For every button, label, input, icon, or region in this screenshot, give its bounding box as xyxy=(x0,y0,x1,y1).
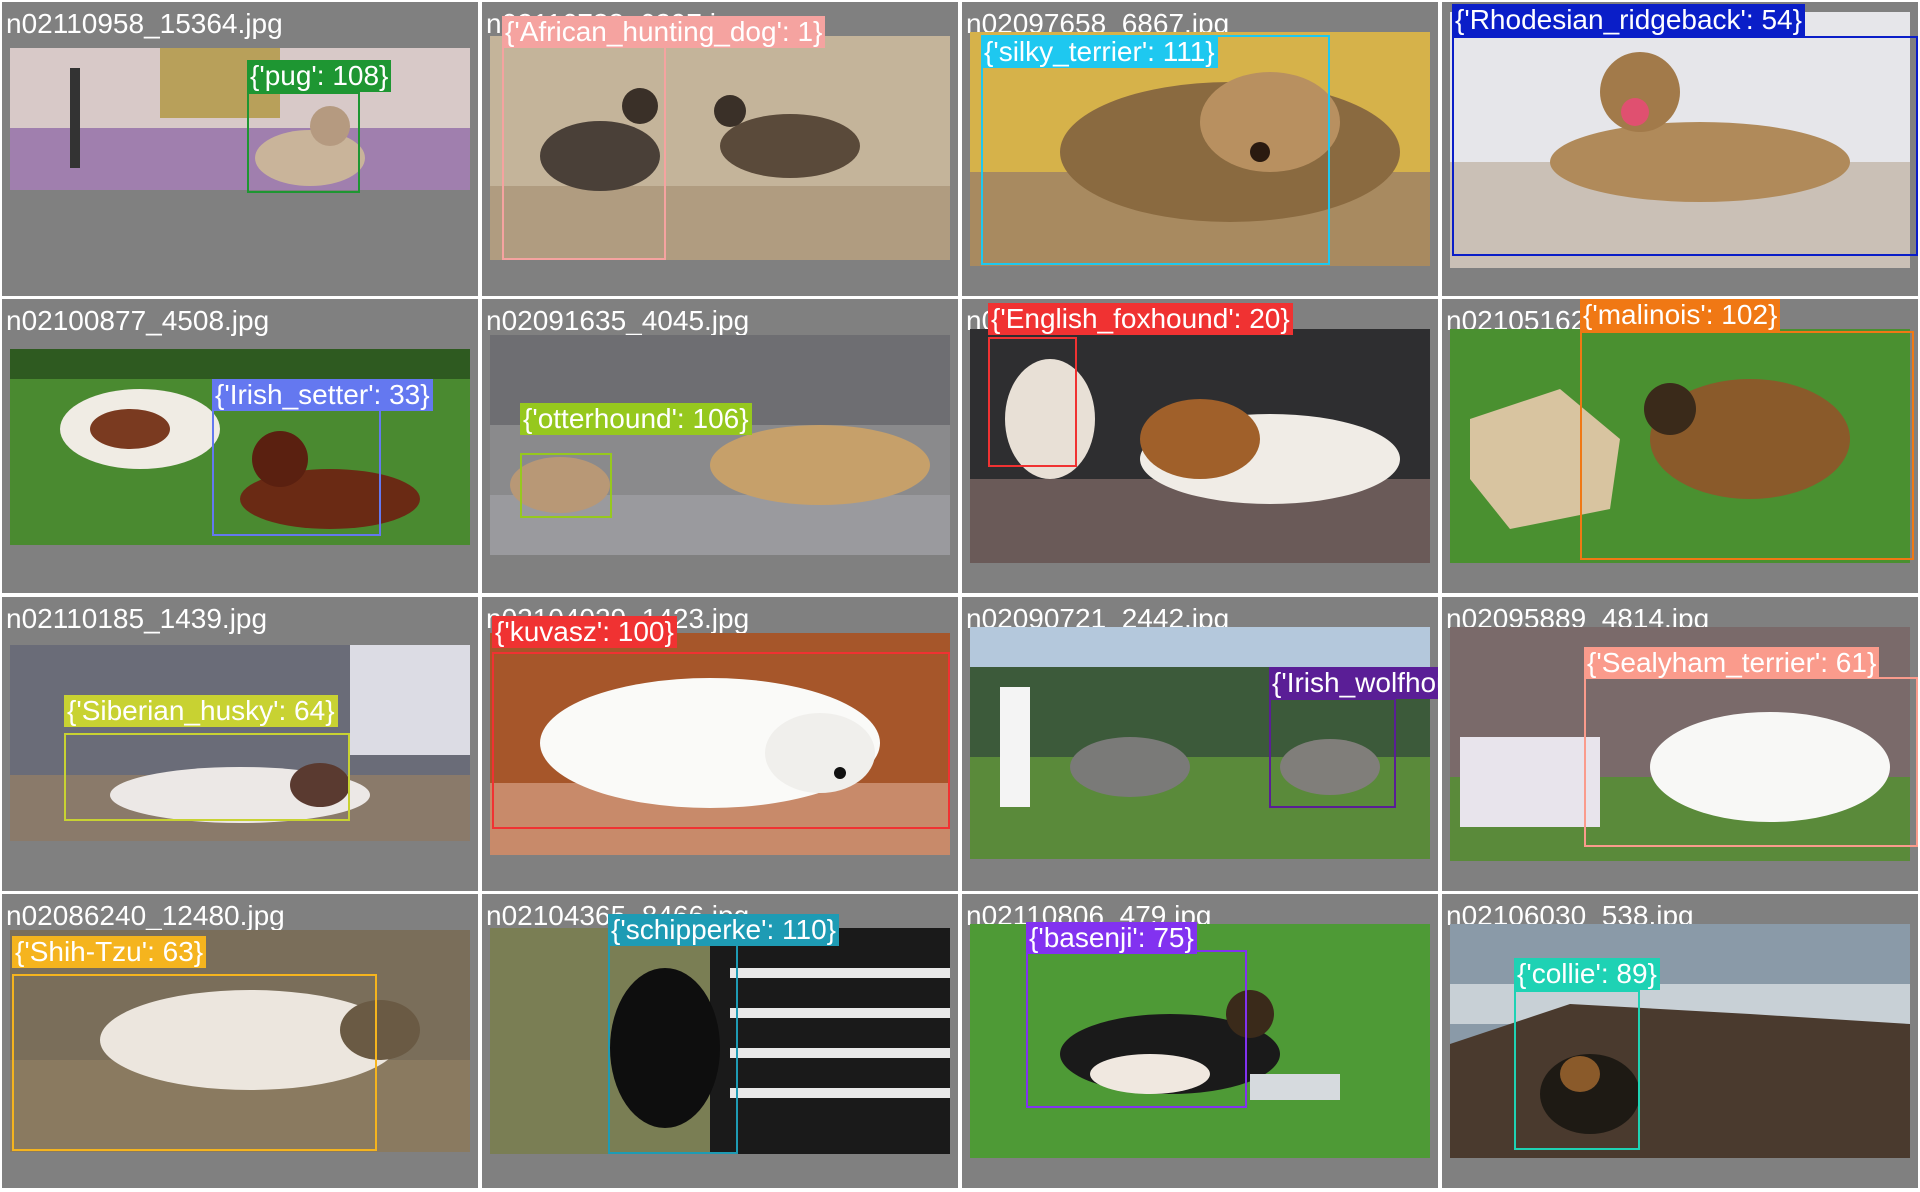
class-label: {'kuvasz': 100} xyxy=(492,616,677,648)
dog-photo xyxy=(490,335,950,555)
bounding-box xyxy=(1269,698,1396,808)
filename-label: n02091635_4045.jpg xyxy=(486,305,750,336)
bounding-box xyxy=(502,37,666,260)
class-label: {'silky_terrier': 111} xyxy=(981,36,1218,68)
class-label: {'Siberian_husky': 64} xyxy=(64,695,338,727)
grid-cell: n02104365_8466.jpg {'schipperke': 110} xyxy=(482,894,958,1188)
grid-cell: n02106030_538.jpg {'collie': 89} xyxy=(1442,894,1918,1188)
grid-cell: n0 {'English_foxhound': 20} xyxy=(962,299,1438,593)
grid-cell: n02110185_1439.jpg {'Siberian_husky': 64… xyxy=(2,597,478,891)
bounding-box xyxy=(64,733,350,821)
filename-label: n02086240_12480.jpg xyxy=(6,900,285,931)
bounding-box xyxy=(212,393,381,536)
grid-cell: n02110806_479.jpg {'basenji': 75} xyxy=(962,894,1438,1188)
bounding-box xyxy=(981,35,1330,265)
grid-cell: n02095889_4814.jpg {'Sealyham_terrier': … xyxy=(1442,597,1918,891)
bounding-box xyxy=(1584,677,1918,847)
grid-cell: n02105162_ {'malinois': 102} xyxy=(1442,299,1918,593)
class-label: {'English_foxhound': 20} xyxy=(988,303,1293,335)
class-label: {'African_hunting_dog': 1} xyxy=(502,16,826,48)
class-label: {'Rhodesian_ridgeback': 54} xyxy=(1452,4,1805,36)
class-label: {'basenji': 75} xyxy=(1026,922,1197,954)
filename-label: n02110185_1439.jpg xyxy=(6,603,268,634)
class-label: {'pug': 108} xyxy=(247,60,392,92)
class-label: {'malinois': 102} xyxy=(1580,299,1781,331)
grid-cell: {'Rhodesian_ridgeback': 54} xyxy=(1442,2,1918,296)
grid-cell: n02110958_15364.jpg {'pug': 108} xyxy=(2,2,478,296)
grid-cell: n02116738_6297.jpg {'African_hunting_dog… xyxy=(482,2,958,296)
bounding-box xyxy=(492,652,950,829)
bounding-box xyxy=(988,337,1077,467)
grid-cell: n02104029_1423.jpg {'kuvasz': 100} xyxy=(482,597,958,891)
filename-label: n02110958_15364.jpg xyxy=(6,8,283,39)
dog-photo xyxy=(10,48,470,190)
grid-cell: n02091635_4045.jpg {'otterhound': 106} xyxy=(482,299,958,593)
bounding-box xyxy=(1514,990,1640,1150)
bounding-box xyxy=(1452,36,1918,256)
bounding-box xyxy=(520,453,612,518)
grid-cell: n02100877_4508.jpg {'Irish_setter': 33} xyxy=(2,299,478,593)
class-label: {'schipperke': 110} xyxy=(608,914,839,946)
bounding-box xyxy=(12,974,377,1151)
grid-cell: n02097658_6867.jpg {'silky_terrier': 111… xyxy=(962,2,1438,296)
class-label: {'Shih-Tzu': 63} xyxy=(12,936,207,968)
filename-label: n02100877_4508.jpg xyxy=(6,305,270,336)
class-label: {'Irish_setter': 33} xyxy=(212,379,433,411)
class-label: {'otterhound': 106} xyxy=(520,403,752,435)
class-label: {'Irish_wolfhound': 36} xyxy=(1269,667,1438,699)
class-label: {'Sealyham_terrier': 61} xyxy=(1584,647,1880,679)
grid-cell: n02090721_2442.jpg {'Irish_wolfhound': 3… xyxy=(962,597,1438,891)
bounding-box xyxy=(1026,950,1247,1108)
grid-cell: n02086240_12480.jpg {'Shih-Tzu': 63} xyxy=(2,894,478,1188)
class-label: {'collie': 89} xyxy=(1514,958,1660,990)
image-grid: n02110958_15364.jpg {'pug': 108} n021167… xyxy=(0,0,1920,1192)
bounding-box xyxy=(1580,331,1914,560)
bounding-box xyxy=(247,92,360,193)
bounding-box xyxy=(608,942,738,1154)
